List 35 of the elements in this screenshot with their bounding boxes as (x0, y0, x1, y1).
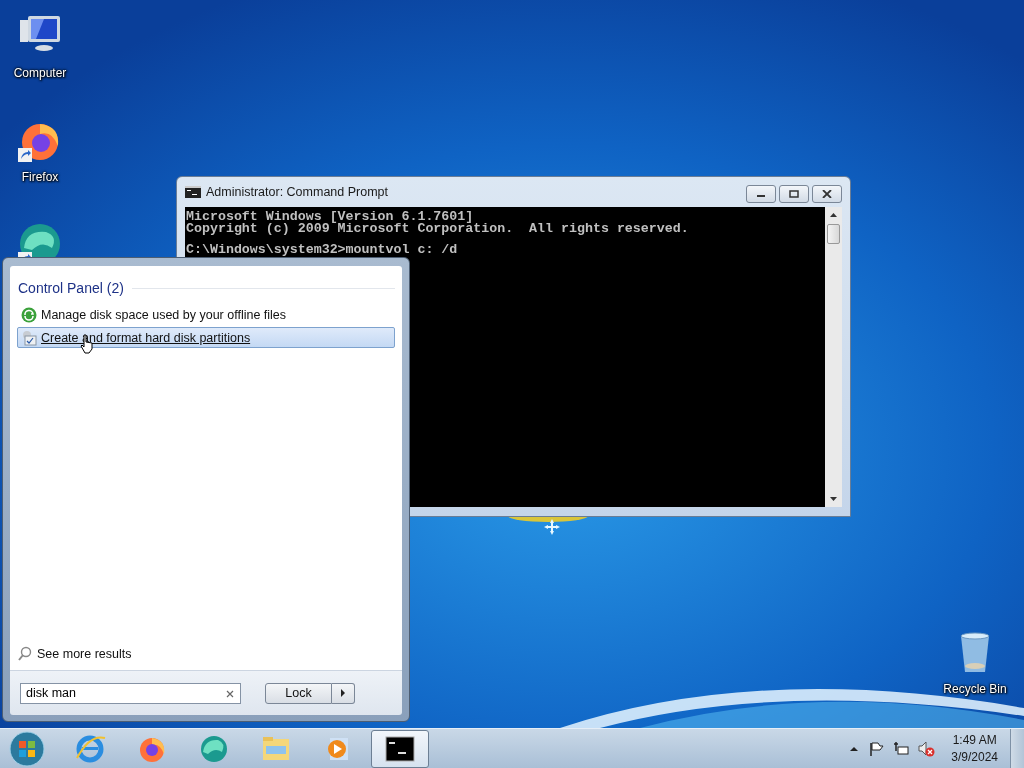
caret-icon (340, 689, 346, 697)
lock-button[interactable]: Lock (265, 682, 332, 704)
clock[interactable]: 1:49 AM 3/9/2024 (951, 731, 998, 766)
console-line: Copyright (c) 2009 Microsoft Corporation. All rights reserved. (186, 223, 690, 235)
console-icon[interactable] (371, 729, 429, 768)
close-icon (822, 190, 832, 198)
flag-icon[interactable] (868, 740, 885, 757)
console-icon (185, 186, 201, 198)
minimize-button[interactable] (746, 185, 776, 203)
icon-label[interactable]: Computer (13, 66, 67, 80)
muted-speaker-icon[interactable] (918, 740, 937, 757)
maximize-button[interactable] (779, 185, 809, 203)
network-icon[interactable] (893, 740, 910, 757)
scrollbar[interactable] (825, 207, 842, 507)
maximize-icon (789, 190, 799, 198)
scroll-thumb[interactable] (827, 224, 840, 244)
window-title: Administrator: Command Prompt (206, 185, 388, 199)
see-more-results-link[interactable]: See more results (17, 642, 395, 664)
search-field[interactable]: disk man (20, 682, 241, 704)
close-button[interactable] (812, 185, 842, 203)
clock-time: 1:49 AM (952, 731, 997, 749)
search-result[interactable]: Manage disk space used by your offline files (17, 304, 395, 325)
move-cursor-icon (543, 518, 561, 536)
icon-label[interactable]: Firefox (21, 170, 59, 184)
clock-date: 3/9/2024 (951, 748, 998, 766)
start-button[interactable] (9, 730, 45, 767)
power-options-button[interactable] (332, 682, 355, 704)
group-heading: Control Panel (2) (18, 280, 124, 296)
console-line: Microsoft Windows [Version 6.1.7601] (186, 211, 474, 223)
clear-icon[interactable] (226, 689, 234, 698)
icon-label[interactable]: Recycle Bin (943, 682, 1007, 696)
search-icon (18, 646, 32, 662)
console-line: C:\Windows\system32>mountvol c: /d (186, 244, 459, 256)
disk-check-icon (21, 329, 37, 346)
sync-icon (21, 306, 37, 323)
